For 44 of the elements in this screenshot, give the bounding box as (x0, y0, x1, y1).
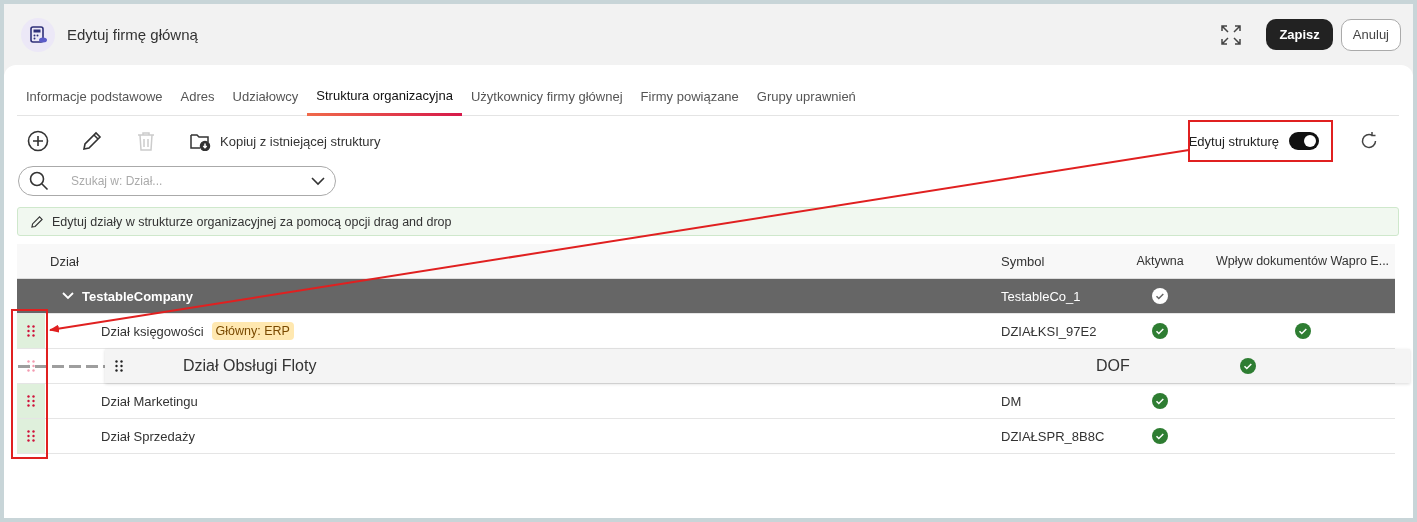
drag-handle-icon[interactable] (17, 384, 45, 418)
pencil-icon[interactable] (81, 130, 103, 152)
table-cell: DZIAŁSPR_8B8C (1001, 428, 1105, 444)
dragged-item-name: Dział Obsługi Floty (183, 357, 318, 375)
drag-handle-icon[interactable] (115, 360, 123, 372)
column-header[interactable]: Aktywna (1110, 254, 1210, 268)
tab[interactable]: Informacje podstawowe (17, 80, 172, 116)
search-icon (29, 171, 49, 191)
info-text: Edytuj działy w strukturze organizacyjnej za pomocą opcji drag and drop (52, 214, 452, 229)
save-button[interactable]: Zapisz (1266, 19, 1333, 50)
refresh-icon[interactable] (1359, 131, 1379, 151)
column-header[interactable]: Symbol (990, 253, 1110, 269)
table-cell: Dział Marketingu (101, 393, 198, 409)
table-cell-text: TestableCo_1 (1000, 288, 1082, 304)
column-header[interactable]: Wpływ dokumentów Wapro E... (1210, 254, 1395, 268)
pencil-icon (30, 214, 44, 229)
tab[interactable]: Adres (171, 80, 224, 116)
tab[interactable]: Firmy powiązane (631, 80, 748, 116)
copy-structure-button[interactable]: Kopiuj z istniejącej struktury (189, 131, 381, 151)
group-name: TestableCompany (82, 288, 193, 304)
drag-handle-icon[interactable] (17, 314, 45, 348)
table-cell: Dział księgowości (101, 323, 204, 339)
tab[interactable]: Grupy uprawnień (747, 80, 865, 116)
tab[interactable]: Użytkownicy firmy głównej (461, 80, 632, 116)
tag: Główny: ERP (211, 322, 294, 340)
toggle-label: Edytuj strukturę (1188, 133, 1279, 149)
drag-preview[interactable]: Dział Obsługi Floty DOF (105, 349, 1410, 383)
folder-icon (189, 131, 211, 151)
add-icon[interactable] (27, 130, 49, 152)
column-header[interactable]: Dział (45, 253, 990, 269)
cancel-button[interactable]: Anuluj (1340, 18, 1401, 51)
tab[interactable]: Struktura organizacyjna (307, 80, 462, 116)
group-row[interactable]: TestableCompany TestableCo_1 (17, 279, 1395, 314)
drag-handle-icon[interactable] (17, 419, 45, 453)
table-cell: DM (1001, 393, 1022, 409)
dragged-item-symbol: DOF (1096, 357, 1131, 375)
tab[interactable]: Udziałowcy (223, 80, 308, 116)
toggle-switch[interactable] (1289, 132, 1319, 150)
table-cell: Dział Sprzedaży (101, 428, 195, 444)
app-logo-icon (21, 17, 55, 52)
chevron-down-icon[interactable] (311, 176, 325, 186)
window-title: Edytuj firmę główną (67, 26, 198, 43)
expand-icon[interactable] (1220, 23, 1243, 46)
table-cell: DZIAŁKSI_97E2 (1001, 323, 1097, 339)
